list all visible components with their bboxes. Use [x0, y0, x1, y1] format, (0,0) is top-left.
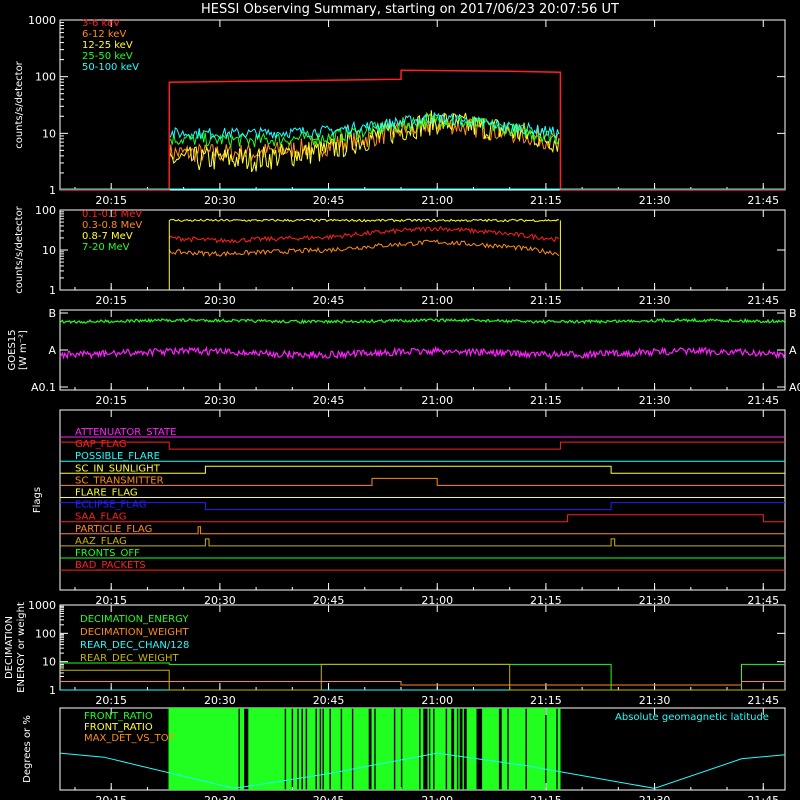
decimation-xtick-label: 21:30: [639, 694, 671, 707]
flags-legend-entry: SC_TRANSMITTER: [75, 475, 164, 486]
goes-ylabel: GOES15: [7, 329, 18, 370]
flags-legend-entry: ATTENUATOR_STATE: [75, 427, 176, 438]
lc-high-xtick-label: 20:15: [95, 294, 127, 307]
flags-legend-entry: PARTICLE_FLAG: [75, 524, 152, 535]
goes-xtick-label: 20:15: [95, 394, 127, 407]
lc-low-ytick-label: 1000: [28, 14, 56, 27]
ratio-xtick-label: 21:15: [530, 794, 562, 800]
goes-xtick-label: 21:45: [747, 394, 779, 407]
goes-ytick-label: B: [48, 307, 56, 320]
lc-high-xtick-label: 20:30: [204, 294, 236, 307]
flags-legend-entry: FRONTS_OFF: [75, 548, 140, 559]
flags-legend-entry: POSSIBLE_FLARE: [75, 451, 160, 462]
decimation-ytick-label: 100: [35, 627, 56, 640]
decimation-xtick-label: 20:30: [204, 694, 236, 707]
lc-high-xtick-label: 21:15: [530, 294, 562, 307]
lc-high-legend-entry: 0.3-0.8 MeV: [82, 220, 142, 231]
lc-low-ytick-label: 100: [35, 71, 56, 84]
lc-low-xtick-label: 21:45: [747, 194, 779, 207]
goes-ytick-label-right: A: [789, 344, 797, 357]
decimation-legend-entry: REAR_DEC_WEIGHT: [80, 653, 179, 664]
lc-low-xtick-label: 20:30: [204, 194, 236, 207]
decimation-xtick-label: 21:45: [747, 694, 779, 707]
lc-low-legend-entry: 3-6 keV: [82, 18, 120, 29]
flags-legend-entry: AAZ_FLAG: [75, 536, 127, 547]
goes-ytick-label: A0.1: [31, 381, 56, 394]
decimation-legend-entry: REAR_DEC_CHAN/128: [80, 640, 189, 651]
decimation-xtick-label: 20:45: [313, 694, 345, 707]
lc-low-xtick-label: 21:30: [639, 194, 671, 207]
decimation-ylabel-2: ENERGY or weight: [16, 602, 27, 693]
decimation-xtick-label: 20:15: [95, 694, 127, 707]
decimation-ytick-label: 10: [42, 656, 56, 669]
lc-high-xtick-label: 21:30: [639, 294, 671, 307]
goes-ytick-label-right: A0.1: [789, 381, 800, 394]
lc-low-legend-entry: 50-100 keV: [82, 62, 139, 73]
lc-high-ytick-label: 100: [35, 204, 56, 217]
figure-title: HESSI Observing Summary, starting on 201…: [201, 2, 619, 17]
lc-high-ytick-label: 10: [42, 244, 56, 257]
goes-xtick-label: 21:30: [639, 394, 671, 407]
decimation-xtick-label: 21:00: [421, 694, 453, 707]
ratio-legend-entry-latitude: Absolute geomagnetic latitude: [615, 712, 769, 723]
lc-low-legend-entry: 12-25 keV: [82, 40, 133, 51]
decimation-ytick-label: 1: [49, 684, 56, 697]
flags-legend-entry: GAP_FLAG: [75, 439, 127, 450]
goes-ytick-label-right: B: [789, 307, 797, 320]
lc-low-xtick-label: 21:15: [530, 194, 562, 207]
flags-legend-entry: SC_IN_SUNLIGHT: [75, 463, 161, 474]
ratio-xtick-label: 20:45: [313, 794, 345, 800]
flags-legend-entry: BAD_PACKETS: [75, 560, 146, 571]
flags-legend-entry: FLARE_FLAG: [75, 488, 138, 499]
lc-low-legend-entry: 25-50 keV: [82, 51, 133, 62]
lc-low-ytick-label: 1: [49, 184, 56, 197]
lc-low-xtick-label: 20:45: [313, 194, 345, 207]
goes-xtick-label: 20:30: [204, 394, 236, 407]
decimation-ylabel: DECIMATION: [4, 616, 15, 679]
goes-ytick-label: A: [48, 344, 56, 357]
goes-xtick-label: 20:45: [313, 394, 345, 407]
ratio-xtick-label: 20:30: [204, 794, 236, 800]
goes-xtick-label: 21:15: [530, 394, 562, 407]
lc-high-ylabel: counts/s/detector: [14, 205, 25, 293]
lc-low-ytick-label: 10: [42, 127, 56, 140]
lc-low-ylabel: counts/s/detector: [14, 60, 25, 148]
lc-high-xtick-label: 21:00: [421, 294, 453, 307]
observing-summary-figure: HESSI Observing Summary, starting on 201…: [0, 0, 800, 800]
flags-legend-entry: ECLIPSE_FLAG: [75, 500, 146, 511]
lc-high-legend-entry: 0.1-0.3 MeV: [82, 209, 142, 220]
ratio-xtick-label: 20:15: [95, 794, 127, 800]
lc-low-xtick-label: 21:00: [421, 194, 453, 207]
ratio-xtick-label: 21:00: [421, 794, 453, 800]
ratio-ylabel: Degrees or %: [22, 715, 33, 783]
ratio-xtick-label: 21:30: [639, 794, 671, 800]
decimation-xtick-label: 21:15: [530, 694, 562, 707]
lc-high-legend-entry: 7-20 MeV: [82, 242, 130, 253]
lc-high-ytick-label: 1: [49, 284, 56, 297]
ratio-legend-entry: FRONT_RATIO: [84, 711, 153, 722]
lc-low-xtick-label: 20:15: [95, 194, 127, 207]
goes-xtick-label: 21:00: [421, 394, 453, 407]
lc-high-xtick-label: 21:45: [747, 294, 779, 307]
flags-legend-entry: SAA_FLAG: [75, 512, 126, 523]
lc-low-legend-entry: 6-12 keV: [82, 29, 126, 40]
ratio-legend-entry: MAX_DET_VS_TOT: [84, 733, 176, 744]
lc-high-xtick-label: 20:45: [313, 294, 345, 307]
ratio-xtick-label: 21:45: [747, 794, 779, 800]
lc-high-legend-entry: 0.8-7 MeV: [82, 231, 133, 242]
decimation-legend-entry: DECIMATION_WEIGHT: [80, 627, 189, 638]
ratio-legend-entry: FRONT_RATIO: [84, 722, 153, 733]
goes-ylabel-units: [W m⁻²]: [18, 330, 29, 370]
decimation-ytick-label: 1000: [28, 599, 56, 612]
decimation-legend-entry: DECIMATION_ENERGY: [80, 614, 189, 625]
flags-ylabel: Flags: [32, 487, 43, 513]
